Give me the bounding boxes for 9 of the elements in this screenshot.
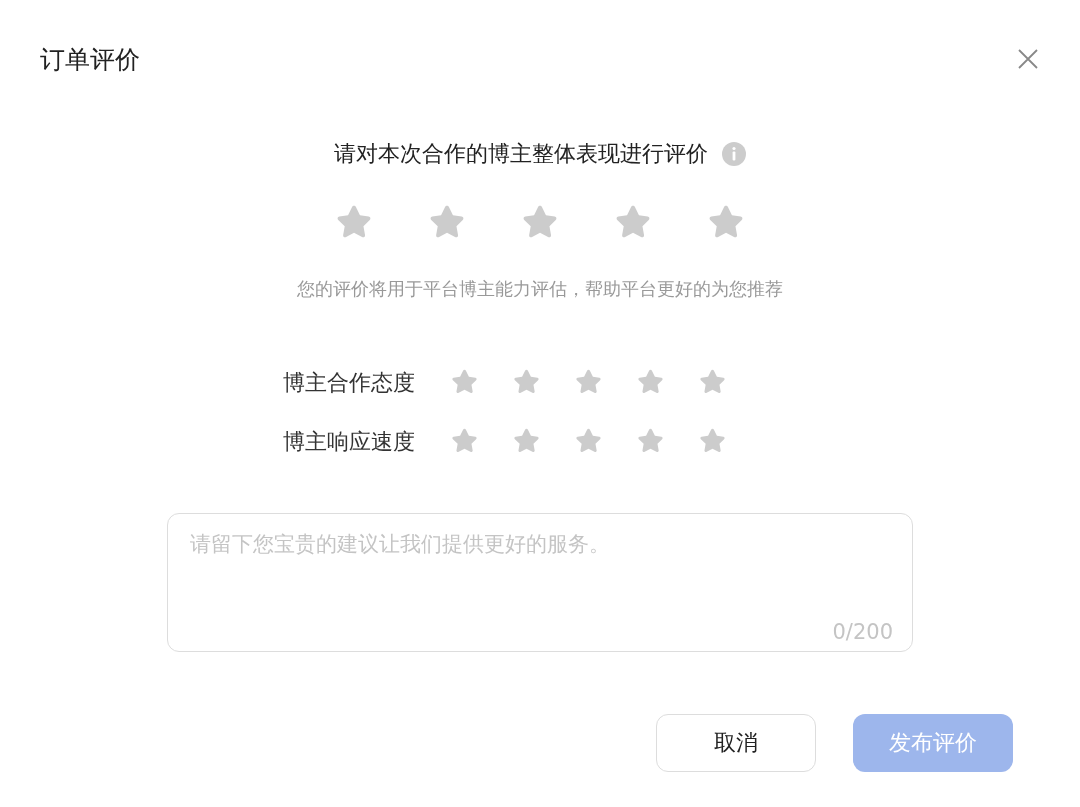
criterion-label: 博主响应速度	[282, 427, 415, 456]
cancel-button[interactable]: 取消	[656, 714, 816, 772]
rating-hint: 您的评价将用于平台博主能力评估，帮助平台更好的为您推荐	[297, 277, 783, 301]
criterion-label: 博主合作态度	[282, 368, 415, 397]
close-icon[interactable]	[1016, 47, 1040, 71]
character-counter: 0/200	[832, 620, 893, 644]
info-icon[interactable]	[722, 142, 746, 166]
rating-question: 请对本次合作的博主整体表现进行评价	[334, 140, 708, 168]
dialog-title: 订单评价	[40, 43, 140, 76]
